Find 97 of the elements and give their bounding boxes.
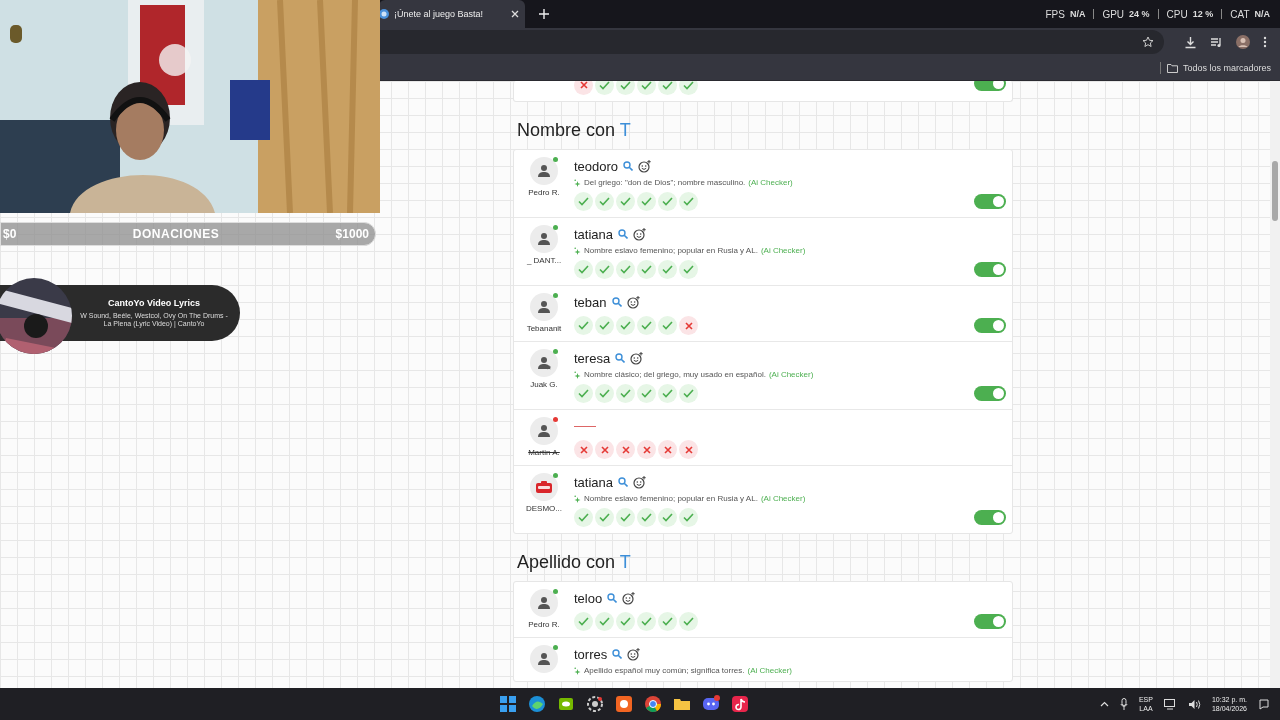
tab-title: ¡Únete al juego Basta! bbox=[394, 9, 485, 19]
stat-value: 12 % bbox=[1192, 9, 1214, 19]
player-name: _ DANT... bbox=[526, 256, 562, 265]
person-icon bbox=[537, 300, 551, 314]
stat-label: CAT bbox=[1230, 8, 1250, 20]
volume-icon[interactable] bbox=[1187, 698, 1201, 710]
media-list-icon[interactable] bbox=[1210, 35, 1223, 49]
browser-swirl-icon[interactable] bbox=[528, 695, 546, 713]
stat-label: CPU bbox=[1166, 8, 1188, 20]
player-name: Juak G. bbox=[530, 380, 558, 389]
windows-start-icon[interactable] bbox=[499, 695, 517, 713]
ai-note: Del griego: "don de Dios"; nombre masculino. bbox=[584, 178, 746, 187]
answer-word: teodoro bbox=[574, 158, 619, 174]
section-heading: Nombre con T bbox=[516, 119, 632, 142]
ai-checker-link[interactable]: (Ai Checker) bbox=[747, 666, 792, 675]
search-icon[interactable] bbox=[623, 161, 634, 171]
toggle-switch[interactable] bbox=[974, 386, 1006, 401]
sparkle-icon bbox=[574, 246, 581, 255]
stat-value: N/A bbox=[1069, 9, 1086, 19]
section-heading: Apellido con T bbox=[516, 551, 632, 574]
chrome-icon[interactable] bbox=[644, 695, 662, 713]
toggle-switch[interactable] bbox=[974, 194, 1006, 209]
sparkle-icon bbox=[574, 178, 581, 187]
answer-word: teloo bbox=[574, 590, 603, 606]
ai-note: Nombre eslavo femenino; popular en Rusia y AL. bbox=[584, 246, 758, 255]
toggle-switch[interactable] bbox=[974, 262, 1006, 277]
ai-checker-link[interactable]: (Ai Checker) bbox=[760, 246, 806, 255]
star-icon[interactable] bbox=[1142, 36, 1154, 48]
stat-value: 24 % bbox=[1129, 9, 1150, 19]
ai-checker-link[interactable]: (Ai Checker) bbox=[760, 494, 806, 503]
smiley-icon[interactable] bbox=[633, 475, 647, 489]
ai-note: Apellido español muy común; significa torres. bbox=[584, 666, 745, 675]
toggle-switch[interactable] bbox=[974, 614, 1006, 629]
menu-icon[interactable] bbox=[1263, 36, 1267, 48]
ring-app-icon[interactable] bbox=[615, 695, 633, 713]
download-icon[interactable] bbox=[1184, 35, 1197, 49]
person-icon bbox=[537, 164, 551, 178]
player-name: DESMO... bbox=[526, 504, 562, 513]
search-icon[interactable] bbox=[618, 477, 629, 487]
smiley-icon[interactable] bbox=[622, 591, 636, 605]
bookmarks-folder[interactable]: Todos los marcadores bbox=[1166, 63, 1271, 73]
gear-icon[interactable] bbox=[586, 695, 604, 713]
smiley-icon[interactable] bbox=[626, 295, 640, 309]
search-icon[interactable] bbox=[607, 593, 618, 603]
folder-icon bbox=[1166, 63, 1178, 73]
sparkle-icon bbox=[574, 666, 581, 675]
search-icon[interactable] bbox=[611, 297, 622, 307]
sparkle-icon bbox=[574, 370, 581, 379]
song-channel: CantoYo Video Lyrics bbox=[108, 298, 200, 308]
smiley-icon[interactable] bbox=[630, 351, 644, 365]
empty-answer-line bbox=[574, 425, 596, 427]
answer-word: teresa bbox=[574, 350, 611, 366]
search-icon[interactable] bbox=[612, 649, 623, 659]
person-icon bbox=[537, 596, 551, 610]
notification-icon[interactable] bbox=[1258, 698, 1270, 710]
search-icon[interactable] bbox=[618, 229, 629, 239]
microphone-icon[interactable] bbox=[1119, 698, 1128, 710]
answer-word: tatiana bbox=[574, 226, 614, 242]
close-icon[interactable] bbox=[511, 10, 519, 18]
scrollbar[interactable] bbox=[1270, 81, 1280, 688]
smiley-icon[interactable] bbox=[633, 227, 647, 241]
music-note-app-icon[interactable] bbox=[731, 695, 749, 713]
ai-checker-link[interactable]: (Ai Checker) bbox=[748, 178, 793, 187]
donation-title: DONACIONES bbox=[132, 227, 220, 241]
sparkle-icon bbox=[574, 494, 581, 503]
ai-note: Nombre eslavo femenino; popular en Rusia y AL. bbox=[584, 494, 758, 503]
chat-app-icon[interactable] bbox=[702, 695, 720, 713]
smiley-icon[interactable] bbox=[638, 159, 652, 173]
new-tab-icon[interactable] bbox=[539, 9, 549, 19]
player-name: Martin A. bbox=[528, 448, 560, 457]
person-icon bbox=[537, 232, 551, 246]
stat-label: FPS bbox=[1045, 8, 1065, 20]
caret-icon[interactable] bbox=[1099, 701, 1109, 707]
ai-note: Nombre clásico; del griego, muy usado en español. bbox=[584, 370, 766, 379]
person-icon bbox=[537, 652, 551, 666]
ai-checker-link[interactable]: (Ai Checker) bbox=[768, 370, 814, 379]
player-name: Tebananit bbox=[526, 324, 562, 333]
search-icon[interactable] bbox=[615, 353, 626, 363]
smiley-icon[interactable] bbox=[627, 647, 641, 661]
network-icon[interactable] bbox=[1163, 698, 1177, 710]
toggle-switch[interactable] bbox=[974, 510, 1006, 525]
stat-value: N/A bbox=[1254, 9, 1270, 19]
profile-avatar-icon[interactable] bbox=[1236, 35, 1250, 49]
stat-label: GPU bbox=[1102, 8, 1125, 20]
eye-app-icon[interactable] bbox=[557, 695, 575, 713]
toggle-switch[interactable] bbox=[974, 318, 1006, 333]
stop-sign-icon bbox=[536, 481, 552, 493]
browser-tab[interactable]: ¡Únete al juego Basta! bbox=[379, 0, 525, 28]
answer-word: tatiana bbox=[574, 474, 614, 490]
person-icon bbox=[537, 424, 551, 438]
donation-max: $1000 bbox=[335, 227, 369, 241]
player-name: Pedro R. bbox=[528, 620, 560, 629]
person-star-icon bbox=[537, 356, 551, 370]
answer-word: teban bbox=[574, 294, 607, 310]
answer-word: torres bbox=[574, 646, 608, 662]
player-name: Pedro R. bbox=[528, 188, 560, 197]
donation-min: $0 bbox=[3, 227, 17, 241]
